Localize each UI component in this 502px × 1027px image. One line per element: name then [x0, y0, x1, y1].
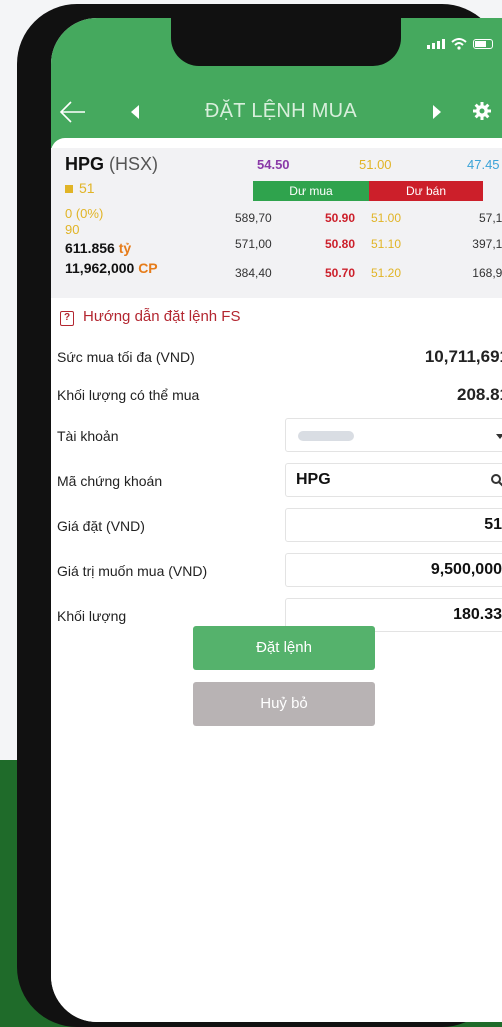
battery-icon: [473, 39, 493, 49]
trade-value-number: 611.856: [65, 240, 115, 256]
symbol-input-value: HPG: [296, 471, 331, 488]
max-buy-value: 10,711,691: [424, 347, 502, 366]
header-row: ĐẶT LỆNH MUA: [51, 98, 502, 126]
price-change: 0 (0%): [65, 206, 104, 221]
exchange-code: (HSX): [109, 154, 159, 174]
orderbook-sell-price: 51.20: [371, 266, 402, 280]
price-marker-icon: [65, 185, 73, 193]
orderbook-buy-price: 50.90: [325, 211, 356, 225]
orderbook-buy-qty: 384,40: [235, 266, 272, 280]
signal-icon: [427, 39, 445, 49]
amount-input[interactable]: 9,500,000: [285, 553, 502, 587]
price-input[interactable]: 51: [285, 508, 502, 542]
search-icon[interactable]: [490, 473, 502, 487]
gear-icon[interactable]: [471, 100, 493, 122]
amount-input-value: 9,500,000: [430, 561, 502, 578]
prev-triangle-icon[interactable]: [131, 105, 139, 119]
orderbook-sell-qty: 57,10: [478, 211, 502, 225]
trade-volume-unit: CP: [138, 260, 158, 276]
phone-notch: [171, 18, 401, 66]
orderbook-buy-qty: 571,00: [235, 237, 272, 251]
cancel-button[interactable]: Huỷ bỏ: [193, 682, 375, 726]
reference-price: 51.00: [359, 157, 392, 172]
current-price: 51: [79, 180, 95, 196]
symbol-label: Mã chứng khoán: [57, 473, 163, 489]
price-input-value: 51: [484, 516, 502, 533]
account-select[interactable]: [285, 418, 502, 452]
amount-label: Giá trị muốn mua (VND): [57, 563, 208, 579]
tab-buy-depth[interactable]: Dư mua: [253, 181, 369, 201]
account-number-redacted: [298, 431, 354, 441]
page-title: ĐẶT LỆNH MUA: [204, 100, 358, 122]
orderbook-sell-price: 51.10: [371, 237, 402, 251]
orderbook-buy-price: 50.70: [325, 266, 356, 280]
trade-volume-number: 11,962,000: [65, 260, 135, 276]
price-label: Giá đặt (VND): [57, 518, 145, 534]
phone-frame: ĐẶT LỆNH MUA HPG (HSX) 54.50 51.00 47.45…: [17, 4, 502, 1027]
quantity-label: Khối lượng: [57, 608, 127, 624]
price-change-extra: 90: [65, 222, 80, 237]
trade-value: 611.856 tỷ: [65, 240, 131, 256]
back-arrow-icon[interactable]: [57, 98, 89, 126]
tab-sell-depth[interactable]: Dư bán: [369, 181, 483, 201]
place-order-button[interactable]: Đặt lệnh: [193, 626, 375, 670]
quantity-input-value: 180.33: [453, 606, 502, 623]
quote-panel: HPG (HSX) 54.50 51.00 47.45 51 Dư mua Dư…: [51, 148, 502, 298]
help-icon[interactable]: ?: [60, 311, 74, 326]
orderbook-sell-qty: 397,10: [472, 237, 502, 251]
orderbook-buy-qty: 589,70: [235, 211, 272, 225]
floor-price: 47.45: [467, 157, 500, 172]
main-content: HPG (HSX) 54.50 51.00 47.45 51 Dư mua Dư…: [51, 138, 502, 1022]
stock-symbol: HPG (HSX): [65, 154, 158, 175]
status-bar: [427, 38, 493, 50]
max-qty-value: 208.81: [457, 385, 502, 404]
ceiling-price: 54.50: [257, 157, 290, 172]
account-label: Tài khoản: [57, 428, 119, 444]
trade-volume: 11,962,000 CP: [65, 260, 158, 276]
phone-screen: ĐẶT LỆNH MUA HPG (HSX) 54.50 51.00 47.45…: [51, 18, 502, 1022]
orderbook-sell-qty: 168,90: [472, 266, 502, 280]
trade-value-unit: tỷ: [118, 240, 132, 256]
wifi-icon: [451, 38, 467, 50]
orderbook-buy-price: 50.80: [325, 237, 356, 251]
order-guide-link[interactable]: Hướng dẫn đặt lệnh FS: [83, 308, 240, 325]
next-triangle-icon[interactable]: [433, 105, 441, 119]
orderbook-sell-price: 51.00: [371, 211, 402, 225]
max-buy-label: Sức mua tối đa (VND): [57, 349, 195, 365]
symbol-input[interactable]: HPG: [285, 463, 502, 497]
chevron-down-icon: [496, 434, 502, 439]
symbol-code: HPG: [65, 154, 105, 174]
max-qty-label: Khối lượng có thể mua: [57, 387, 200, 403]
